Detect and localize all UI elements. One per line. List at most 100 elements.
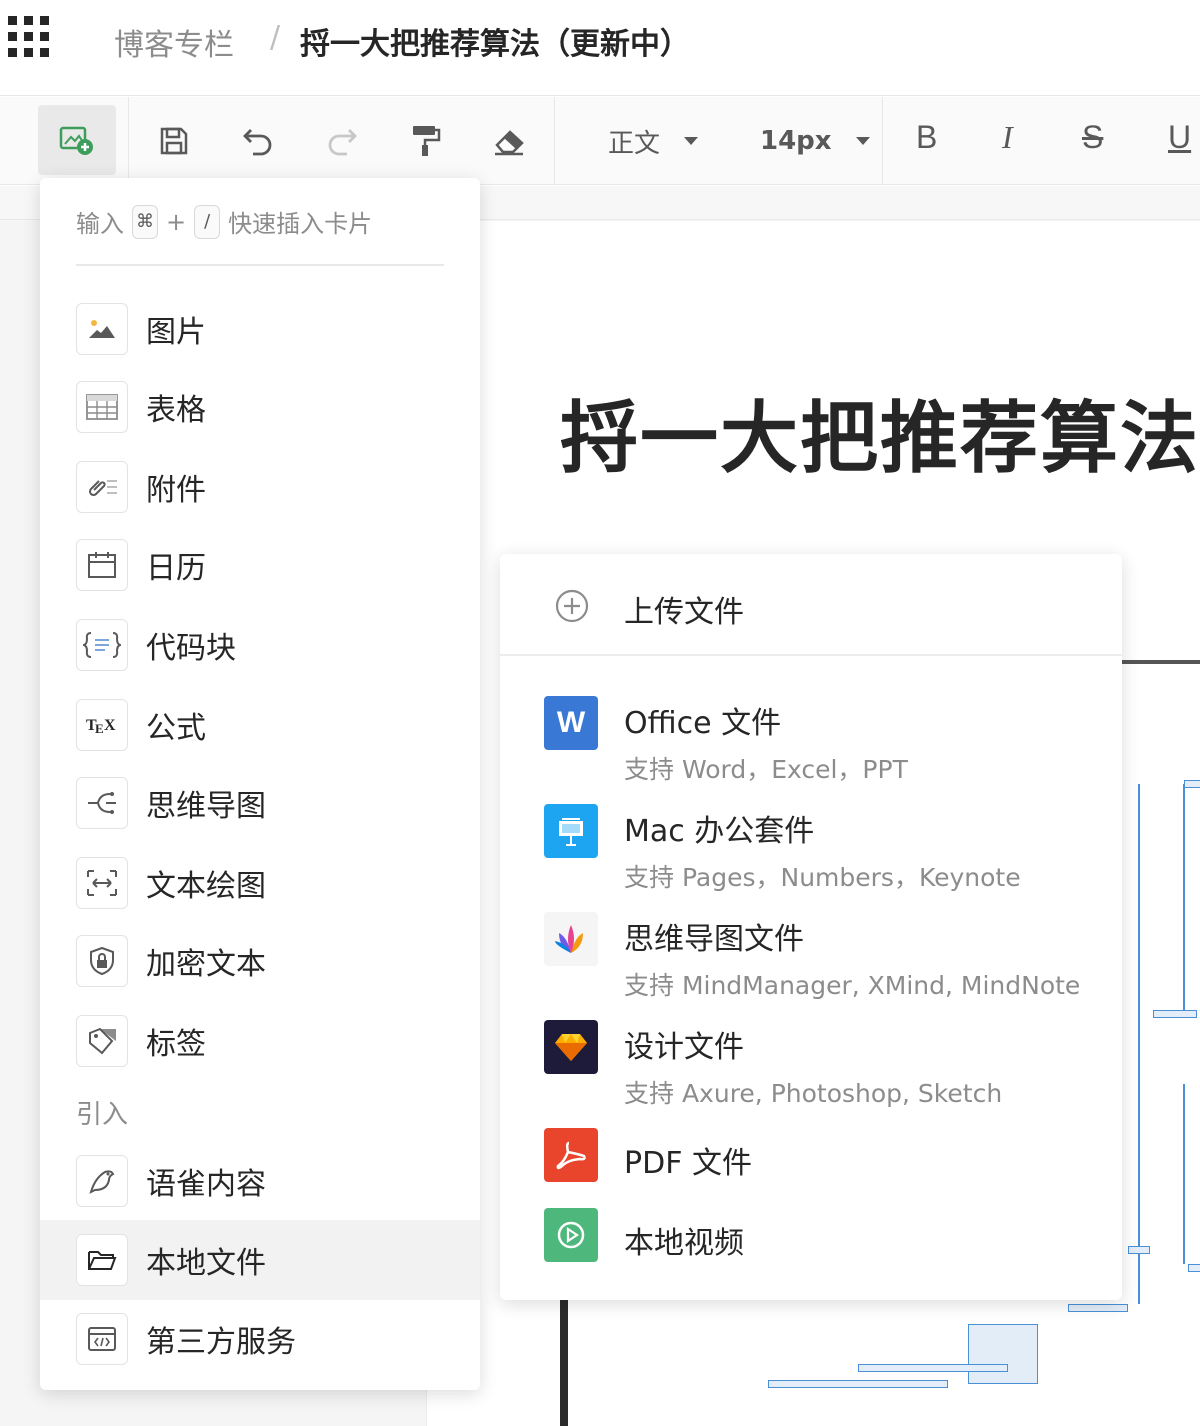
mindmap-node bbox=[858, 1364, 1008, 1372]
menu-item-mindmap[interactable]: 思维导图 bbox=[40, 763, 480, 843]
text-drawing-icon bbox=[76, 857, 128, 909]
menu-item-tag[interactable]: 标签 bbox=[40, 1001, 480, 1081]
menu-item-local-file[interactable]: 本地文件 bbox=[40, 1220, 480, 1300]
insert-card-button[interactable] bbox=[38, 105, 116, 175]
menu-item-label: 表格 bbox=[146, 393, 206, 428]
strikethrough-button[interactable]: S bbox=[1082, 119, 1103, 156]
menu-item-label: 本地文件 bbox=[146, 1246, 266, 1281]
file-type-desc: 支持 Word，Excel，PPT bbox=[624, 755, 908, 784]
attachment-icon bbox=[76, 461, 128, 513]
italic-button[interactable]: I bbox=[1002, 119, 1013, 156]
format-painter-button[interactable] bbox=[408, 121, 444, 161]
file-type-desc: 支持 Axure, Photoshop, Sketch bbox=[624, 1079, 1003, 1108]
save-button[interactable] bbox=[156, 121, 192, 161]
top-bar: 博客专栏 / 捋一大把推荐算法（更新中） bbox=[0, 0, 1200, 96]
menu-item-third-party[interactable]: 第三方服务 bbox=[40, 1299, 480, 1379]
menu-item-label: 思维导图 bbox=[146, 789, 266, 824]
mindmap-connector bbox=[1183, 784, 1185, 1014]
menu-divider bbox=[76, 264, 444, 266]
mindmap-icon bbox=[76, 777, 128, 829]
clear-format-button[interactable] bbox=[490, 121, 530, 161]
folder-open-icon bbox=[76, 1234, 128, 1286]
svg-text:X: X bbox=[104, 717, 116, 734]
mindmap-node bbox=[1153, 1010, 1197, 1018]
hint-suffix: 快速插入卡片 bbox=[228, 210, 373, 238]
mindmap-node bbox=[1188, 1264, 1200, 1272]
menu-item-formula[interactable]: TEX 公式 bbox=[40, 685, 480, 765]
video-play-icon bbox=[544, 1208, 598, 1262]
underline-button[interactable]: U bbox=[1168, 119, 1191, 156]
lock-shield-icon bbox=[76, 935, 128, 987]
file-type-title: Office 文件 bbox=[624, 706, 782, 741]
insert-card-icon bbox=[59, 126, 93, 155]
menu-item-yuque-content[interactable]: 语雀内容 bbox=[40, 1141, 480, 1221]
svg-text:E: E bbox=[95, 721, 104, 736]
file-type-title: 本地视频 bbox=[624, 1226, 744, 1261]
menu-item-image[interactable]: 图片 bbox=[40, 289, 480, 369]
insert-card-menu: 输入 ⌘ + / 快速插入卡片 图片 表格 附件 日历 代码块 T E X 公式… bbox=[40, 178, 480, 1390]
apps-grid-icon[interactable] bbox=[8, 16, 50, 58]
hint-prefix: 输入 bbox=[76, 210, 124, 238]
menu-item-label: 代码块 bbox=[146, 631, 236, 666]
hint-plus: + bbox=[166, 207, 187, 236]
file-type-title: Mac 办公套件 bbox=[624, 814, 815, 849]
toolbar-divider bbox=[554, 97, 555, 185]
menu-item-label: 语雀内容 bbox=[146, 1167, 266, 1202]
tex-formula-icon: TEX bbox=[76, 699, 128, 751]
tag-icon bbox=[76, 1015, 128, 1067]
breadcrumb-current: 捋一大把推荐算法（更新中） bbox=[300, 27, 690, 62]
menu-item-calendar[interactable]: 日历 bbox=[40, 525, 480, 605]
mindmap-connector bbox=[1138, 784, 1140, 1304]
menu-item-table[interactable]: 表格 bbox=[40, 367, 480, 447]
font-size-value: 14px bbox=[760, 126, 832, 156]
keynote-icon bbox=[544, 804, 598, 858]
mindmap-node bbox=[1128, 1246, 1150, 1254]
breadcrumb-separator: / bbox=[270, 20, 281, 55]
menu-item-attachment[interactable]: 附件 bbox=[40, 447, 480, 527]
slash-key: / bbox=[194, 204, 221, 239]
menu-item-label: 文本绘图 bbox=[146, 869, 266, 904]
import-section-title: 引入 bbox=[76, 1100, 129, 1130]
upload-file-label: 上传文件 bbox=[624, 595, 744, 630]
paragraph-style-select[interactable]: 正文 bbox=[608, 123, 699, 159]
pdf-icon bbox=[544, 1128, 598, 1182]
toolbar-divider bbox=[128, 97, 129, 185]
sketch-diamond-icon bbox=[544, 1020, 598, 1074]
mindmap-connector bbox=[1183, 1084, 1185, 1264]
undo-button[interactable] bbox=[238, 121, 278, 161]
local-file-submenu: 上传文件 W Office 文件 支持 Word，Excel，PPT Mac 办… bbox=[500, 554, 1122, 1300]
upload-file-item[interactable]: 上传文件 bbox=[500, 554, 1122, 656]
mindmap-node bbox=[1184, 780, 1200, 788]
menu-item-text-drawing[interactable]: 文本绘图 bbox=[40, 843, 480, 923]
undo-icon bbox=[243, 129, 272, 156]
word-icon: W bbox=[544, 696, 598, 750]
file-type-desc: 支持 Pages，Numbers，Keynote bbox=[624, 863, 1021, 892]
chevron-down-icon bbox=[855, 137, 870, 145]
format-painter-icon bbox=[413, 126, 441, 156]
yuque-bird-icon bbox=[76, 1155, 128, 1207]
menu-item-code-block[interactable]: 代码块 bbox=[40, 605, 480, 685]
code-block-icon bbox=[76, 619, 128, 671]
file-type-desc: 支持 MindManager, XMind, MindNote bbox=[624, 971, 1081, 1000]
mindmap-node bbox=[1068, 1304, 1128, 1312]
paragraph-style-value: 正文 bbox=[608, 128, 661, 159]
table-icon bbox=[76, 381, 128, 433]
mindnode-icon bbox=[544, 912, 598, 966]
eraser-icon bbox=[495, 130, 524, 156]
document-title[interactable]: 捋一大把推荐算法 bbox=[560, 376, 1200, 488]
file-type-title: PDF 文件 bbox=[624, 1146, 752, 1181]
mindmap-node bbox=[768, 1380, 948, 1388]
image-icon bbox=[76, 303, 128, 355]
breadcrumb-parent[interactable]: 博客专栏 bbox=[114, 20, 234, 64]
font-size-select[interactable]: 14px bbox=[760, 123, 870, 159]
bold-button[interactable]: B bbox=[916, 119, 937, 156]
embed-code-icon bbox=[76, 1313, 128, 1365]
menu-item-label: 附件 bbox=[146, 473, 206, 508]
editor-toolbar: 正文 14px B I S U bbox=[0, 97, 1200, 185]
redo-icon bbox=[328, 129, 357, 156]
menu-item-label: 图片 bbox=[146, 315, 206, 350]
redo-button[interactable] bbox=[322, 121, 362, 161]
menu-item-encrypted-text[interactable]: 加密文本 bbox=[40, 921, 480, 1001]
file-type-title: 设计文件 bbox=[624, 1030, 744, 1065]
add-circle-icon bbox=[555, 589, 589, 623]
